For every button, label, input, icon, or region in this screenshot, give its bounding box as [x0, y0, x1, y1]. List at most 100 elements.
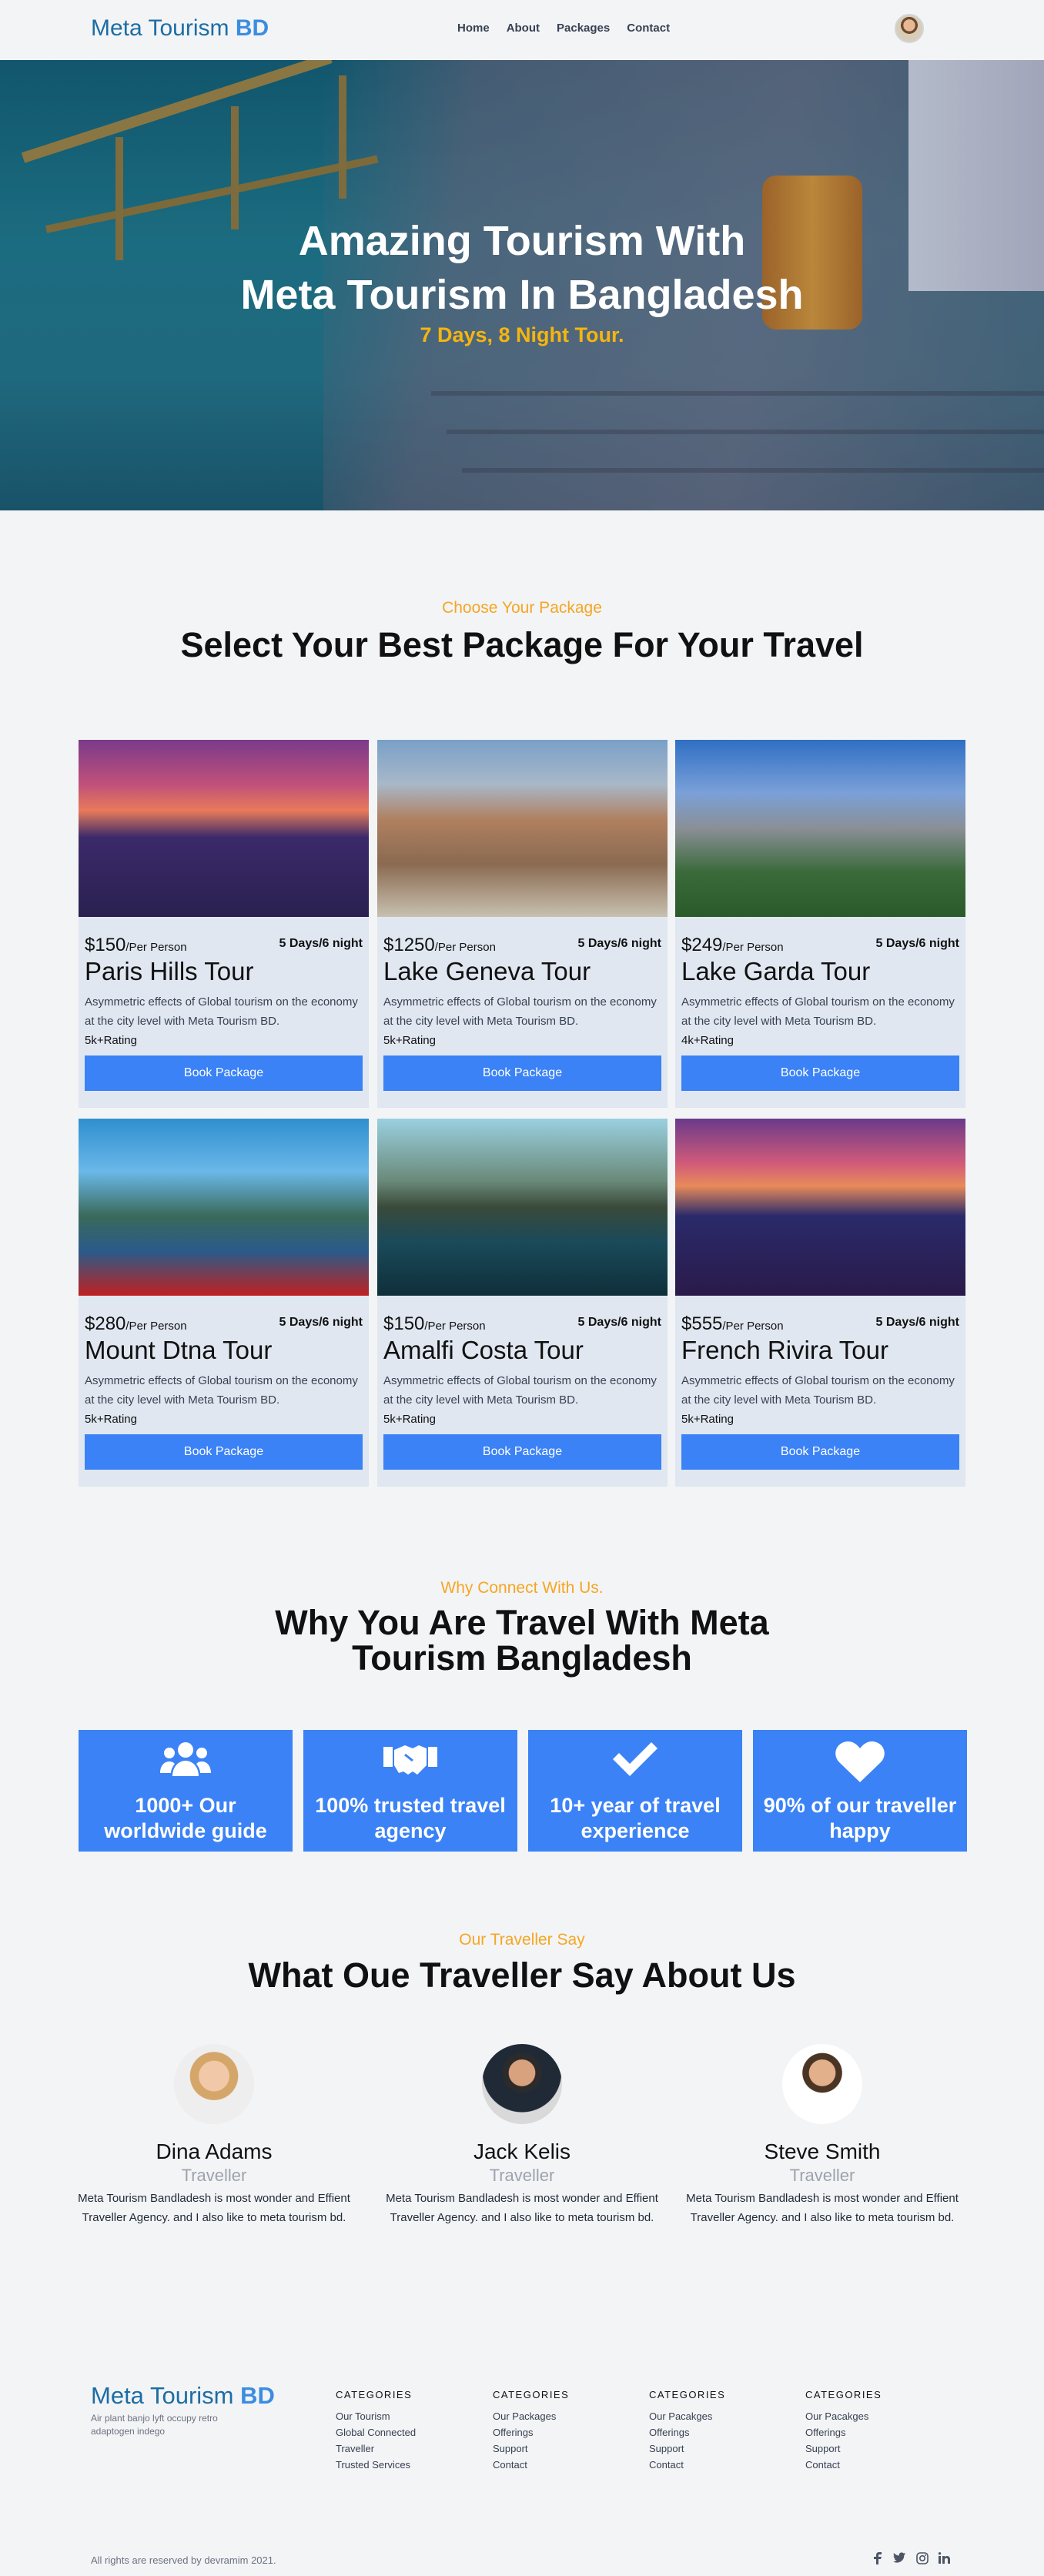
- footer-column-title: CATEGORIES: [649, 2389, 726, 2400]
- footer-column-title: CATEGORIES: [493, 2389, 570, 2400]
- facebook-icon[interactable]: [873, 2552, 882, 2568]
- twitter-icon[interactable]: [893, 2552, 905, 2567]
- feature-text: 1000+ Our worldwide guide: [104, 1794, 267, 1842]
- testimonial-quote: Meta Tourism Bandladesh is most wonder a…: [686, 2192, 959, 2224]
- footer-link[interactable]: Our Pacakges: [649, 2408, 725, 2424]
- testimonial-role: Traveller: [789, 2166, 855, 2185]
- avatar: [782, 2044, 862, 2124]
- package-description: Asymmetric effects of Global tourism on …: [383, 995, 657, 1028]
- footer-link[interactable]: Traveller: [336, 2441, 416, 2457]
- book-package-button[interactable]: Book Package: [85, 1055, 363, 1091]
- package-duration: 5 Days/6 night: [577, 1316, 661, 1329]
- feature-card: 1000+ Our worldwide guide: [79, 1730, 293, 1852]
- footer-link[interactable]: Contact: [649, 2457, 725, 2473]
- package-price: $555/Per Person: [681, 1313, 784, 1335]
- package-card: $249/Per Person 5 Days/6 night Lake Garda …: [675, 740, 965, 1108]
- hero-subtitle: 7 Days, 8 Night Tour.: [420, 323, 624, 346]
- nav-link-packages[interactable]: Packages: [557, 22, 610, 35]
- package-image: [675, 1119, 965, 1296]
- testimonial-card: Dina Adams Traveller Meta Tourism Bandla…: [68, 2044, 360, 2227]
- book-package-button[interactable]: Book Package: [383, 1434, 661, 1470]
- footer-link[interactable]: Trusted Services: [336, 2457, 416, 2473]
- footer-link[interactable]: Support: [493, 2441, 569, 2457]
- price-value: $280: [85, 1313, 126, 1334]
- footer-link[interactable]: Global Connected: [336, 2424, 416, 2441]
- footer-column: CATEGORIES Our Packages Offerings Suppor…: [493, 2389, 569, 2473]
- linkedin-icon[interactable]: [938, 2552, 950, 2568]
- packages-eyebrow: Choose Your Package: [442, 599, 602, 617]
- testimonial-card: Jack Kelis Traveller Meta Tourism Bandla…: [376, 2044, 668, 2227]
- package-price: $150/Per Person: [383, 1313, 486, 1335]
- feature-card: 10+ year of travel experience: [528, 1730, 742, 1852]
- footer-brand[interactable]: Meta Tourism BD: [91, 2382, 275, 2410]
- package-description: Asymmetric effects of Global tourism on …: [85, 995, 358, 1028]
- package-description: Asymmetric effects of Global tourism on …: [681, 995, 955, 1028]
- price-unit: /Per Person: [722, 941, 784, 954]
- nav-link-home[interactable]: Home: [457, 22, 490, 35]
- brand-accent: BD: [235, 15, 269, 41]
- book-package-button[interactable]: Book Package: [681, 1434, 959, 1470]
- instagram-icon[interactable]: [916, 2552, 929, 2568]
- user-avatar[interactable]: [895, 14, 924, 43]
- footer-brand-accent: BD: [240, 2382, 275, 2409]
- package-duration: 5 Days/6 night: [875, 1316, 959, 1329]
- package-duration: 5 Days/6 night: [875, 937, 959, 950]
- package-image: [377, 1119, 668, 1296]
- why-heading: Why You Are Travel With Meta Tourism Bang…: [0, 1605, 1044, 1676]
- package-image: [79, 1119, 369, 1296]
- footer-link[interactable]: Our Packages: [493, 2408, 569, 2424]
- package-price: $150/Per Person: [85, 935, 187, 956]
- testimonial-name: Steve Smith: [764, 2139, 881, 2163]
- testimonial-role: Traveller: [489, 2166, 555, 2185]
- feature-card: 100% trusted travel agency: [303, 1730, 517, 1852]
- footer-column: CATEGORIES Our Pacakges Offerings Suppor…: [805, 2389, 882, 2473]
- brand-logo[interactable]: Meta Tourism BD: [91, 15, 269, 42]
- nav-link-contact[interactable]: Contact: [627, 22, 670, 35]
- package-duration: 5 Days/6 night: [577, 937, 661, 950]
- package-description: Asymmetric effects of Global tourism on …: [383, 1374, 657, 1407]
- package-card: $1250/Per Person 5 Days/6 night Lake Genev…: [377, 740, 668, 1108]
- footer-link[interactable]: Support: [805, 2441, 882, 2457]
- package-title: French Rivira Tour: [681, 1336, 888, 1364]
- footer-column-title: CATEGORIES: [805, 2389, 882, 2400]
- package-rating: 5k+Rating: [383, 1413, 436, 1426]
- footer-link[interactable]: Contact: [805, 2457, 882, 2473]
- testimonial-card: Steve Smith Traveller Meta Tourism Bandl…: [676, 2044, 969, 2227]
- heart-icon: [753, 1739, 967, 1785]
- package-price: $280/Per Person: [85, 1313, 187, 1335]
- book-package-button[interactable]: Book Package: [383, 1055, 661, 1091]
- hero-title-line1: Amazing Tourism With: [298, 218, 746, 264]
- price-unit: /Per Person: [434, 941, 496, 954]
- footer-column-title: CATEGORIES: [336, 2389, 413, 2400]
- package-duration: 5 Days/6 night: [279, 937, 363, 950]
- nav-link-about[interactable]: About: [507, 22, 540, 35]
- footer-link[interactable]: Support: [649, 2441, 725, 2457]
- package-card: $280/Per Person 5 Days/6 night Mount Dtna …: [79, 1119, 369, 1487]
- hero-title: Amazing Tourism With Meta Tourism In Bang…: [0, 214, 1044, 322]
- package-card: $150/Per Person 5 Days/6 night Paris Hills…: [79, 740, 369, 1108]
- testimonial-role: Traveller: [181, 2166, 247, 2185]
- hero-banner: Amazing Tourism With Meta Tourism In Bang…: [0, 60, 1044, 510]
- package-rating: 5k+Rating: [681, 1413, 734, 1426]
- package-price: $1250/Per Person: [383, 935, 496, 956]
- footer-link[interactable]: Offerings: [649, 2424, 725, 2441]
- price-unit: /Per Person: [125, 941, 187, 954]
- package-title: Lake Garda Tour: [681, 957, 871, 985]
- feature-card: 90% of our traveller happy: [753, 1730, 967, 1852]
- testimonials-heading: What Oue Traveller Say About Us: [248, 1955, 796, 1995]
- footer-link[interactable]: Contact: [493, 2457, 569, 2473]
- feature-text: 10+ year of travel experience: [550, 1794, 721, 1842]
- package-rating: 5k+Rating: [85, 1413, 137, 1426]
- package-description: Asymmetric effects of Global tourism on …: [681, 1374, 955, 1407]
- check-icon: [528, 1739, 742, 1785]
- footer-link[interactable]: Offerings: [493, 2424, 569, 2441]
- footer-link[interactable]: Our Tourism: [336, 2408, 416, 2424]
- package-title: Amalfi Costa Tour: [383, 1336, 584, 1364]
- footer-link[interactable]: Offerings: [805, 2424, 882, 2441]
- price-unit: /Per Person: [125, 1320, 187, 1333]
- package-card: $555/Per Person 5 Days/6 night French Rivi…: [675, 1119, 965, 1487]
- footer-link[interactable]: Our Pacakges: [805, 2408, 882, 2424]
- footer-column: CATEGORIES Our Tourism Global Connected …: [336, 2389, 416, 2473]
- book-package-button[interactable]: Book Package: [681, 1055, 959, 1091]
- book-package-button[interactable]: Book Package: [85, 1434, 363, 1470]
